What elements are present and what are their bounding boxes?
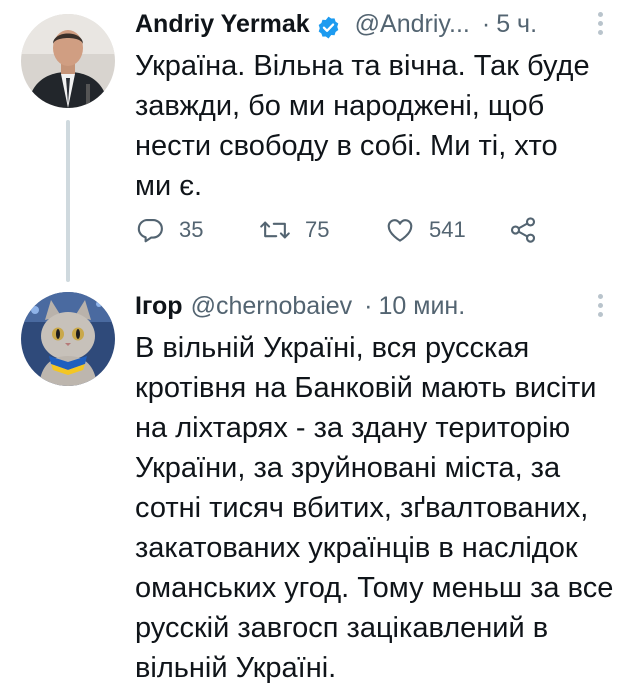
tweet-chernobaiev[interactable]: Ігор @chernobaiev · 10 мин. В вільній Ук…: [0, 282, 636, 684]
tweet-actions: 35 75 541: [135, 210, 555, 250]
retweet-icon: [259, 215, 291, 245]
reply-count: 35: [179, 217, 204, 242]
more-vertical-icon[interactable]: [596, 294, 604, 320]
verified-badge-icon: [316, 12, 341, 38]
avatar-cat-image: [21, 292, 115, 386]
tweet-text: Україна. Вільна та вічна. Так буде завжд…: [135, 50, 590, 202]
author-name[interactable]: Andriy Yermak: [135, 4, 310, 44]
header-separator: ·: [481, 10, 491, 38]
reply-icon: [135, 215, 165, 245]
thread-connector-line: [66, 120, 70, 282]
share-icon: [508, 215, 538, 245]
heart-icon: [385, 215, 415, 245]
author-handle[interactable]: @chernobaiev: [191, 286, 353, 326]
tweet-header-chernobaiev: Ігор @chernobaiev · 10 мин.: [135, 286, 465, 326]
tweet-header-yermak: Andriy Yermak @Andriy... · 5 ч.: [135, 4, 537, 44]
retweet-count: 75: [305, 217, 330, 242]
avatar-chernobaiev[interactable]: [21, 292, 115, 386]
avatar-yermak[interactable]: [21, 14, 115, 108]
tweet-timestamp[interactable]: 10 мин.: [379, 286, 466, 326]
avatar-yermak-image: [21, 14, 115, 108]
tweet-yermak[interactable]: Andriy Yermak @Andriy... · 5 ч. Україна.…: [0, 0, 636, 282]
retweet-button[interactable]: 75: [259, 210, 329, 250]
like-count: 541: [429, 217, 466, 242]
like-button[interactable]: 541: [385, 210, 466, 250]
share-button[interactable]: [508, 210, 538, 250]
author-handle[interactable]: @Andriy...: [355, 4, 470, 44]
reply-button[interactable]: 35: [135, 210, 203, 250]
tweet-timestamp[interactable]: 5 ч.: [496, 4, 537, 44]
author-name[interactable]: Ігор: [135, 286, 183, 326]
header-separator: ·: [364, 292, 373, 320]
more-vertical-icon[interactable]: [596, 12, 604, 38]
tweet-thread: Andriy Yermak @Andriy... · 5 ч. Україна.…: [0, 0, 636, 684]
tweet-text: В вільній Україні, вся русская кротівня …: [135, 332, 614, 684]
